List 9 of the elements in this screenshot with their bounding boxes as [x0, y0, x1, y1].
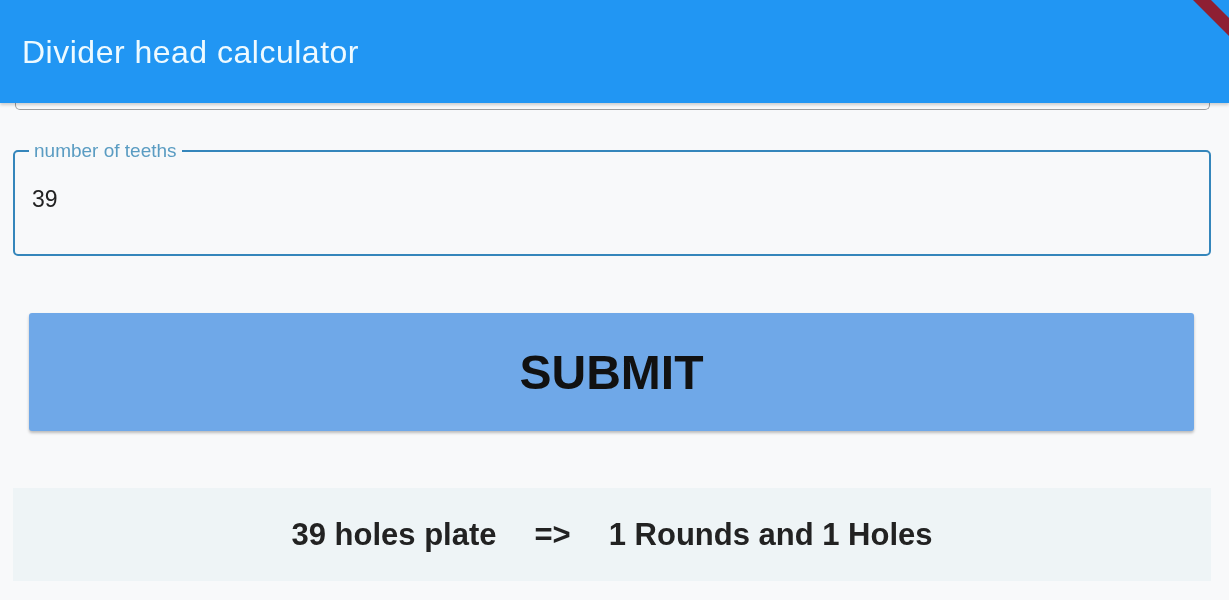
arrow-text: =>: [534, 516, 571, 553]
submit-button[interactable]: SUBMIT: [29, 313, 1194, 431]
field-value: 39: [32, 186, 58, 213]
plate-text: 39 holes plate: [291, 516, 497, 553]
app-title: Divider head calculator: [22, 33, 359, 71]
input-field[interactable]: number of teeths 39: [13, 141, 1211, 256]
field-label: number of teeths: [33, 141, 178, 161]
input-field[interactable]: [15, 103, 1210, 110]
result-text: 1 Rounds and 1 Holes: [608, 516, 933, 553]
